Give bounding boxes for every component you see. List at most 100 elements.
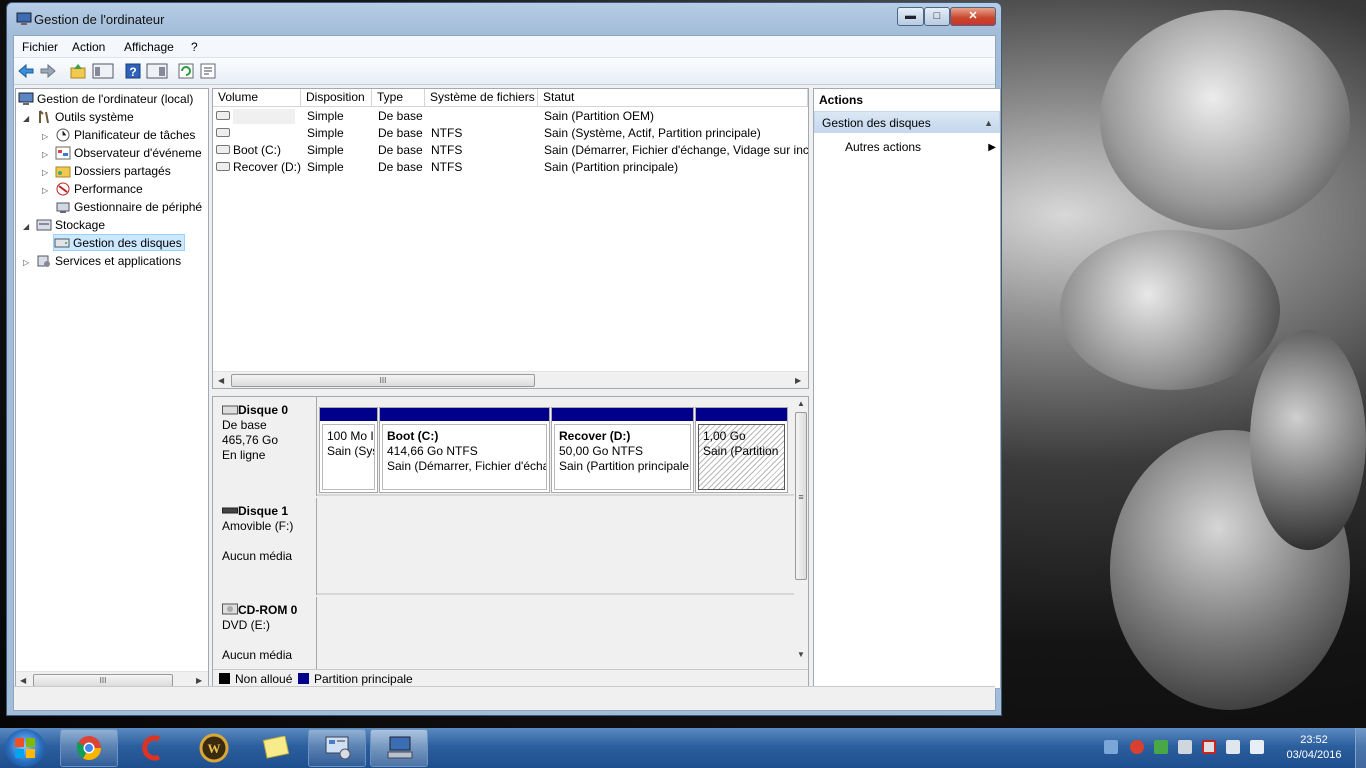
clock-icon bbox=[56, 128, 70, 142]
tree-item-computer-management[interactable]: Gestion de l'ordinateur (local) bbox=[18, 91, 193, 108]
column-header-volume[interactable]: Volume bbox=[213, 89, 301, 107]
cell-layout: Simple bbox=[307, 143, 344, 157]
clock[interactable]: 23:52 03/04/2016 bbox=[1284, 733, 1344, 763]
cell-type: De base bbox=[378, 126, 423, 140]
start-button[interactable] bbox=[5, 729, 45, 767]
tree-item-device-manager[interactable]: Gestionnaire de périphé bbox=[55, 199, 202, 216]
tree-item-event-viewer[interactable]: Observateur d'événeme bbox=[55, 145, 202, 162]
collapse-arrow-icon[interactable]: ◢ bbox=[23, 114, 29, 123]
disk-name: Disque 1 bbox=[238, 504, 289, 518]
windows-start-icon bbox=[15, 738, 35, 758]
tree-label: Dossiers partagés bbox=[74, 164, 171, 178]
disk-0-info[interactable]: Disque 0 De base 465,76 Go En ligne bbox=[213, 397, 317, 496]
taskbar-control-panel[interactable] bbox=[308, 729, 366, 767]
scroll-up-icon[interactable]: ▲ bbox=[797, 399, 805, 408]
taskbar-sticky-notes[interactable] bbox=[246, 729, 304, 767]
cell-status: Sain (Système, Actif, Partition principa… bbox=[544, 126, 761, 140]
menu-action[interactable]: Action bbox=[72, 40, 105, 54]
cell-filesystem: NTFS bbox=[431, 160, 463, 174]
column-header-filesystem[interactable]: Système de fichiers bbox=[425, 89, 538, 107]
maximize-button[interactable]: □ bbox=[924, 7, 950, 26]
help-icon[interactable]: ? bbox=[124, 62, 142, 80]
expand-arrow-icon[interactable]: ▷ bbox=[23, 258, 29, 267]
disk-1-info[interactable]: Disque 1 Amovible (F:) Aucun média bbox=[213, 498, 317, 595]
table-row[interactable]: Simple De base Sain (Partition OEM) bbox=[213, 108, 808, 125]
back-icon[interactable] bbox=[17, 62, 35, 80]
menu-help[interactable]: ? bbox=[191, 40, 198, 54]
menu-affichage[interactable]: Affichage bbox=[124, 40, 174, 54]
partition-bar bbox=[696, 408, 787, 421]
disk-view-vertical-scrollbar[interactable]: ▲ ≡ ▼ bbox=[794, 397, 808, 662]
show-action-pane-icon[interactable] bbox=[146, 62, 168, 80]
scroll-right-icon[interactable]: ▶ bbox=[795, 376, 801, 385]
taskbar-ccleaner[interactable] bbox=[122, 729, 180, 767]
partition-oem[interactable]: 100 Mo I Sain (Sys bbox=[319, 407, 378, 493]
actions-more-item[interactable]: Autres actions ▶ bbox=[814, 137, 1000, 157]
tray-network-share-icon[interactable] bbox=[1104, 740, 1118, 754]
tree-item-shared-folders[interactable]: Dossiers partagés bbox=[55, 163, 171, 180]
show-tree-icon[interactable] bbox=[92, 62, 114, 80]
collapse-section-icon[interactable]: ▲ bbox=[984, 118, 993, 128]
expand-arrow-icon[interactable]: ▷ bbox=[42, 168, 48, 177]
export-list-icon[interactable] bbox=[199, 62, 217, 80]
services-icon bbox=[37, 255, 50, 267]
actions-section-disk-management[interactable]: Gestion des disques ▲ bbox=[814, 111, 1000, 133]
partition-bar bbox=[552, 408, 693, 421]
title-bar[interactable]: Gestion de l'ordinateur ▬ □ ✕ bbox=[7, 3, 1001, 35]
tree-item-disk-management[interactable]: Gestion des disques bbox=[53, 234, 185, 251]
taskbar-chrome[interactable] bbox=[60, 729, 118, 767]
cell-layout: Simple bbox=[307, 109, 344, 123]
tree-item-services-apps[interactable]: Services et applications bbox=[36, 253, 181, 270]
partition-body: 1,00 Go Sain (Partition bbox=[698, 424, 785, 490]
refresh-icon[interactable] bbox=[177, 62, 195, 80]
expand-arrow-icon[interactable]: ▷ bbox=[42, 186, 48, 195]
table-row[interactable]: Simple De base NTFS Sain (Système, Actif… bbox=[213, 125, 808, 142]
disk-type: Amovible (F:) bbox=[222, 519, 294, 533]
menu-fichier[interactable]: Fichier bbox=[22, 40, 58, 54]
taskbar-computer-management[interactable] bbox=[370, 729, 428, 767]
tray-device-icon[interactable] bbox=[1178, 740, 1192, 754]
tray-action-center-icon[interactable] bbox=[1202, 740, 1216, 754]
tree-item-performance[interactable]: Performance bbox=[55, 181, 143, 198]
disk-icon bbox=[222, 405, 238, 415]
scrollbar-thumb[interactable]: ≡ bbox=[795, 412, 807, 580]
tree-item-system-tools[interactable]: Outils système bbox=[36, 109, 134, 126]
tree-label: Gestion de l'ordinateur (local) bbox=[37, 92, 194, 106]
cell-layout: Simple bbox=[307, 160, 344, 174]
chrome-icon bbox=[77, 736, 101, 761]
tree-item-task-scheduler[interactable]: Planificateur de tâches bbox=[55, 127, 195, 144]
computer-management-icon bbox=[16, 12, 32, 25]
tray-security-icon[interactable] bbox=[1154, 740, 1168, 754]
scroll-down-icon[interactable]: ▼ bbox=[797, 650, 805, 659]
forward-icon[interactable] bbox=[39, 62, 57, 80]
scroll-left-icon[interactable]: ◀ bbox=[20, 676, 26, 685]
partition-1go-selected[interactable]: 1,00 Go Sain (Partition bbox=[695, 407, 788, 493]
up-folder-icon[interactable] bbox=[69, 62, 87, 80]
collapse-arrow-icon[interactable]: ◢ bbox=[23, 222, 29, 231]
tray-display-icon[interactable] bbox=[1226, 740, 1240, 754]
clock-time: 23:52 bbox=[1300, 734, 1328, 746]
tray-volume-icon[interactable] bbox=[1250, 740, 1264, 754]
partition-boot-c[interactable]: Boot (C:) 414,66 Go NTFS Sain (Démarrer, F… bbox=[379, 407, 550, 493]
show-desktop-button[interactable] bbox=[1355, 728, 1366, 768]
expand-arrow-icon[interactable]: ▷ bbox=[42, 132, 48, 141]
taskbar-world-of-warcraft[interactable]: W bbox=[184, 729, 242, 767]
column-header-layout[interactable]: Disposition bbox=[301, 89, 372, 107]
scrollbar-thumb[interactable]: III bbox=[231, 374, 535, 387]
close-button[interactable]: ✕ bbox=[950, 7, 996, 26]
table-row[interactable]: Recover (D:) Simple De base NTFS Sain (P… bbox=[213, 159, 808, 176]
scroll-right-icon[interactable]: ▶ bbox=[196, 676, 202, 685]
scroll-left-icon[interactable]: ◀ bbox=[218, 376, 224, 385]
partition-recover-d[interactable]: Recover (D:) 50,00 Go NTFS Sain (Partition… bbox=[551, 407, 694, 493]
tray-ccleaner-icon[interactable] bbox=[1130, 740, 1144, 754]
computer-management-window: Gestion de l'ordinateur ▬ □ ✕ Fichier Ac… bbox=[6, 2, 1002, 716]
column-header-type[interactable]: Type bbox=[372, 89, 425, 107]
tree-item-storage[interactable]: Stockage bbox=[36, 217, 105, 234]
minimize-button[interactable]: ▬ bbox=[897, 7, 924, 26]
volume-icon bbox=[216, 145, 230, 154]
expand-arrow-icon[interactable]: ▷ bbox=[42, 150, 48, 159]
cell-status: Sain (Partition OEM) bbox=[544, 109, 655, 123]
table-row[interactable]: Boot (C:) Simple De base NTFS Sain (Déma… bbox=[213, 142, 808, 159]
column-header-status[interactable]: Statut bbox=[538, 89, 808, 107]
volume-list-horizontal-scrollbar[interactable]: ◀ III ▶ bbox=[213, 371, 808, 388]
